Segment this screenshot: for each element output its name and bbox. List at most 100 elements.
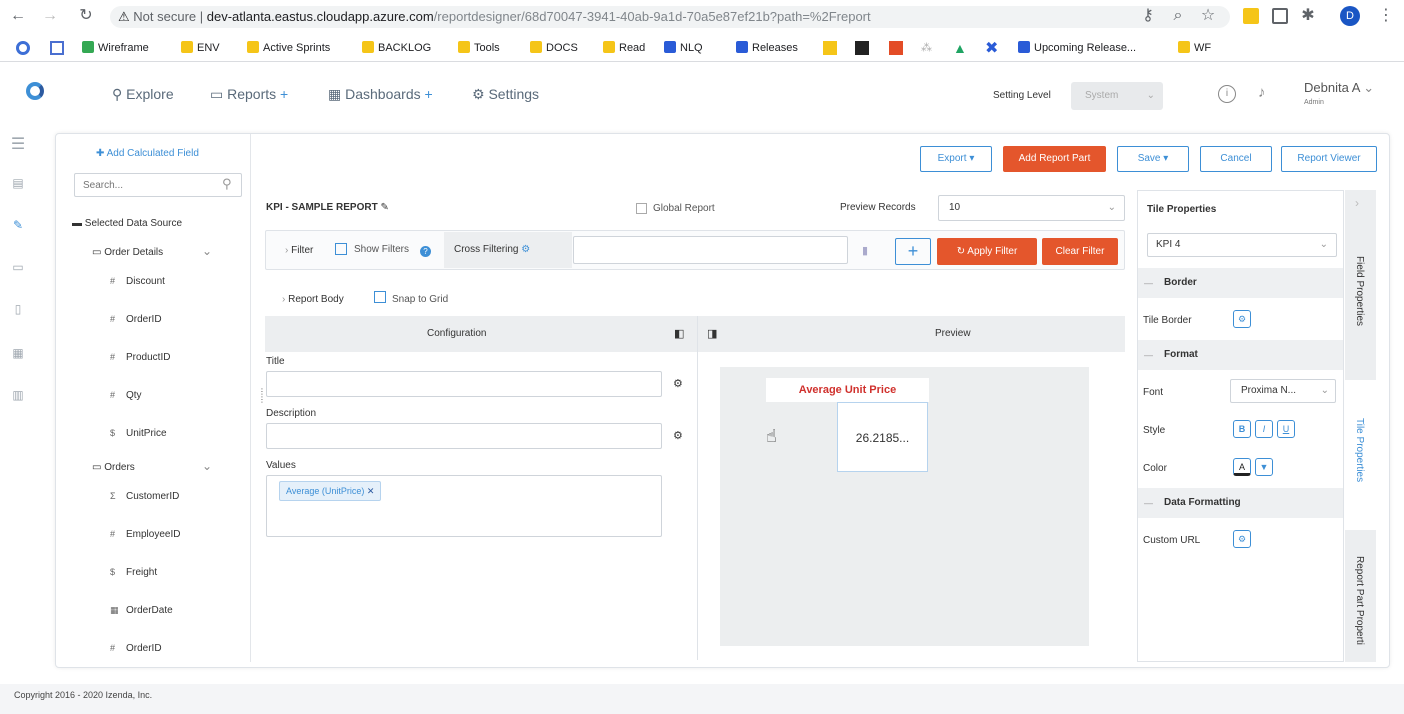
- title-input[interactable]: [266, 371, 662, 397]
- field-item[interactable]: $ UnitPrice: [110, 428, 167, 439]
- bookmark-icon[interactable]: [855, 41, 869, 55]
- bookmark-icon[interactable]: ⁂: [921, 41, 935, 55]
- field-item[interactable]: # Discount: [110, 276, 165, 287]
- drag-handle-icon[interactable]: ⋮ ⋮: [258, 388, 266, 404]
- italic-button[interactable]: I: [1255, 420, 1273, 438]
- field-item[interactable]: $ Freight: [110, 567, 157, 578]
- kpi-tile-value[interactable]: 26.2185...: [837, 402, 928, 472]
- monitor-icon[interactable]: ▭: [10, 260, 26, 274]
- gear-icon[interactable]: ⚙: [1233, 310, 1251, 328]
- gear-icon[interactable]: ⚙: [673, 429, 683, 442]
- zoom-icon[interactable]: ⌕: [1168, 6, 1188, 26]
- bookmark[interactable]: Wireframe: [82, 40, 149, 56]
- tab-report-part-properties[interactable]: Report Part Properti: [1354, 556, 1365, 660]
- address-bar[interactable]: ⚠ Not secure | dev-atlanta.eastus.clouda…: [110, 6, 1230, 28]
- add-filter-button[interactable]: +: [895, 238, 931, 265]
- bookmark[interactable]: Read: [603, 40, 645, 56]
- grid-icon[interactable]: ▦: [10, 346, 26, 360]
- chart-icon[interactable]: ▥: [10, 388, 26, 402]
- bookmark[interactable]: Tools: [458, 40, 500, 56]
- bookmark[interactable]: DOCS: [530, 40, 578, 56]
- chevron-down-icon[interactable]: ⌄: [202, 244, 212, 258]
- snap-to-grid-checkbox[interactable]: [374, 291, 386, 303]
- collapse-left-icon[interactable]: ◧: [674, 327, 684, 340]
- bookmark-icon[interactable]: ✖: [985, 38, 998, 58]
- puzzle-icon[interactable]: ✱: [1298, 6, 1318, 26]
- tab-tile-properties[interactable]: Tile Properties: [1354, 418, 1365, 482]
- key-icon[interactable]: ⚷: [1138, 6, 1158, 26]
- font-select[interactable]: Proxima N... ⌄: [1230, 379, 1336, 403]
- apply-filter-button[interactable]: ↻ Apply Filter: [937, 238, 1037, 265]
- app-logo[interactable]: [26, 82, 44, 100]
- gear-icon[interactable]: ⚙: [673, 377, 683, 390]
- profile-avatar[interactable]: D: [1340, 6, 1360, 26]
- field-item[interactable]: # OrderID: [110, 314, 162, 325]
- extension-icon[interactable]: [1243, 8, 1259, 24]
- nav-explore[interactable]: ⚲ Explore: [112, 86, 174, 103]
- value-chip[interactable]: Average (UnitPrice) ✕: [279, 481, 382, 501]
- field-item[interactable]: # OrderID: [110, 643, 162, 654]
- font-color-button[interactable]: A: [1233, 458, 1251, 476]
- bookmark[interactable]: Upcoming Release...: [1018, 40, 1136, 56]
- cross-filtering-input[interactable]: [573, 236, 848, 264]
- bookmark-icon[interactable]: [50, 41, 64, 55]
- help-icon[interactable]: ?: [420, 246, 431, 257]
- bookmark-icon[interactable]: [889, 41, 903, 55]
- description-input[interactable]: [266, 423, 662, 449]
- bookmark[interactable]: NLQ: [664, 40, 703, 56]
- gear-icon[interactable]: ⚙: [1233, 530, 1251, 548]
- clear-filter-button[interactable]: Clear Filter: [1042, 238, 1118, 265]
- bell-icon[interactable]: ♪: [1258, 84, 1266, 101]
- menu-icon[interactable]: ⋮: [1376, 6, 1396, 26]
- cancel-button[interactable]: Cancel: [1200, 146, 1272, 172]
- report-body-toggle[interactable]: › Report Body: [282, 294, 344, 305]
- group-orders[interactable]: ▭ Orders: [92, 462, 135, 473]
- nav-settings[interactable]: ⚙ Settings: [472, 86, 539, 103]
- fill-color-icon[interactable]: ▼: [1255, 458, 1273, 476]
- tab-field-properties[interactable]: Field Properties: [1354, 256, 1365, 326]
- global-report-checkbox[interactable]: [636, 203, 647, 214]
- show-filters-checkbox[interactable]: [335, 243, 347, 255]
- user-menu[interactable]: Debnita A ⌄: [1304, 80, 1374, 96]
- bold-button[interactable]: B: [1233, 420, 1251, 438]
- save-button[interactable]: Save ▾: [1117, 146, 1189, 172]
- nav-reports[interactable]: ▭ Reports +: [210, 86, 288, 103]
- report-viewer-button[interactable]: Report Viewer: [1281, 146, 1377, 172]
- hamburger-icon[interactable]: ☰: [10, 134, 26, 153]
- bookmark[interactable]: Releases: [736, 40, 798, 56]
- data-formatting-section[interactable]: Data Formatting: [1138, 488, 1343, 518]
- field-item[interactable]: # Qty: [110, 390, 142, 401]
- info-icon[interactable]: i: [1218, 85, 1236, 103]
- add-report-part-button[interactable]: Add Report Part: [1003, 146, 1106, 172]
- field-item[interactable]: # EmployeeID: [110, 529, 180, 540]
- setting-level-select[interactable]: System ⌄: [1071, 82, 1163, 110]
- bookmark-icon[interactable]: [823, 41, 837, 55]
- bookmark[interactable]: WF: [1178, 40, 1211, 56]
- preview-records-select[interactable]: 10 ⌄: [938, 195, 1125, 221]
- format-section[interactable]: Format: [1138, 340, 1343, 370]
- cross-filtering-tab[interactable]: Cross Filtering ⚙: [444, 232, 572, 268]
- field-item[interactable]: Σ CustomerID: [110, 491, 179, 502]
- forward-icon[interactable]: →: [40, 6, 60, 26]
- collapse-right-icon[interactable]: ◨: [707, 327, 717, 340]
- star-icon[interactable]: ☆: [1198, 6, 1218, 26]
- close-icon[interactable]: ✕: [367, 486, 375, 496]
- group-order-details[interactable]: ▭ Order Details: [92, 247, 163, 258]
- bookmark[interactable]: ENV: [181, 40, 220, 56]
- add-calculated-field-link[interactable]: ✚ Add Calculated Field: [96, 148, 199, 159]
- bookmark[interactable]: BACKLOG: [362, 40, 431, 56]
- bookmark-icon[interactable]: [16, 41, 30, 55]
- reload-icon[interactable]: ↻: [76, 6, 96, 26]
- back-icon[interactable]: ←: [8, 6, 28, 26]
- underline-button[interactable]: U: [1277, 420, 1295, 438]
- field-item[interactable]: # ProductID: [110, 352, 170, 363]
- tile-select[interactable]: KPI 4 ⌄: [1147, 233, 1337, 257]
- selected-data-source[interactable]: ▬ Selected Data Source: [72, 218, 182, 229]
- extension-icon[interactable]: [1272, 8, 1288, 24]
- bookmark[interactable]: Active Sprints: [247, 40, 330, 56]
- chevron-right-icon[interactable]: ›: [1355, 196, 1359, 210]
- pencil-icon[interactable]: ✎: [380, 202, 388, 213]
- export-button[interactable]: Export ▾: [920, 146, 992, 172]
- field-item[interactable]: ▦ OrderDate: [110, 605, 173, 616]
- border-section[interactable]: Border: [1138, 268, 1343, 298]
